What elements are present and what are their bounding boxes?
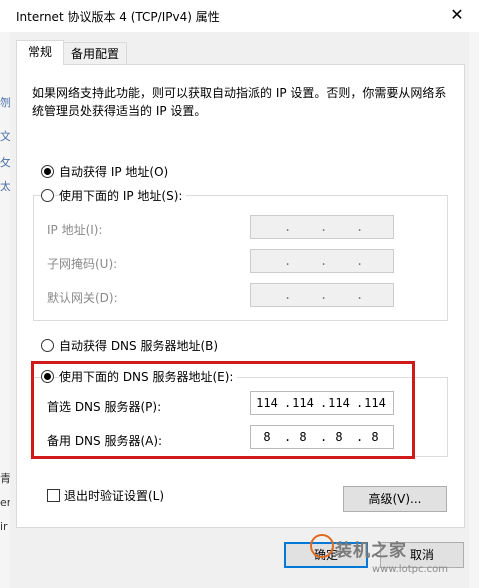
subnet-mask-label: 子网掩码(U):	[47, 257, 118, 271]
ip-address-input[interactable]: . . .	[250, 215, 394, 239]
auto-ip-radio[interactable]	[41, 165, 54, 178]
validate-on-exit-checkbox[interactable]	[47, 489, 60, 502]
background-window-right	[469, 32, 479, 588]
octet-separator: .	[284, 288, 292, 302]
auto-dns-radio[interactable]	[41, 339, 54, 352]
dns-highlight-box	[31, 361, 415, 459]
manual-ip-radio[interactable]	[41, 189, 54, 202]
default-gateway-label: 默认网关(D):	[47, 291, 118, 305]
close-icon[interactable]: ✕	[443, 2, 471, 28]
manual-ip-label: 使用下面的 IP 地址(S):	[59, 187, 187, 204]
auto-ip-label: 自动获得 IP 地址(O)	[59, 165, 169, 179]
title-bar: Internet 协议版本 4 (TCP/IPv4) 属性 ✕	[0, 0, 479, 32]
octet-separator: .	[356, 288, 364, 302]
background-window-left: 刎 文 攵 太 青 er ir	[0, 32, 11, 588]
subnet-mask-input[interactable]: . . .	[250, 249, 394, 273]
window-title: Internet 协议版本 4 (TCP/IPv4) 属性	[16, 10, 220, 24]
ip-address-label: IP 地址(I):	[47, 223, 103, 237]
background-text: ir	[0, 520, 8, 533]
validate-on-exit-label: 退出时验证设置(L)	[64, 489, 165, 503]
octet-separator: .	[320, 288, 328, 302]
tab-alternate-config[interactable]: 备用配置	[63, 42, 127, 65]
octet-separator: .	[320, 254, 328, 268]
octet-separator: .	[356, 254, 364, 268]
description-text: 如果网络支持此功能，则可以获取自动指派的 IP 设置。否则，你需要从网络系统管理…	[32, 86, 447, 118]
octet-separator: .	[284, 220, 292, 234]
octet-separator: .	[356, 220, 364, 234]
tab-general[interactable]: 常规	[16, 40, 64, 65]
octet-separator: .	[284, 254, 292, 268]
watermark-text: 装机之家	[335, 541, 407, 561]
octet-separator: .	[320, 220, 328, 234]
advanced-button[interactable]: 高级(V)...	[343, 486, 447, 512]
auto-dns-label: 自动获得 DNS 服务器地址(B)	[59, 339, 219, 353]
watermark-url: www.lotpc.com	[372, 564, 448, 575]
watermark-logo-icon	[310, 534, 334, 558]
default-gateway-input[interactable]: . . .	[250, 283, 394, 307]
